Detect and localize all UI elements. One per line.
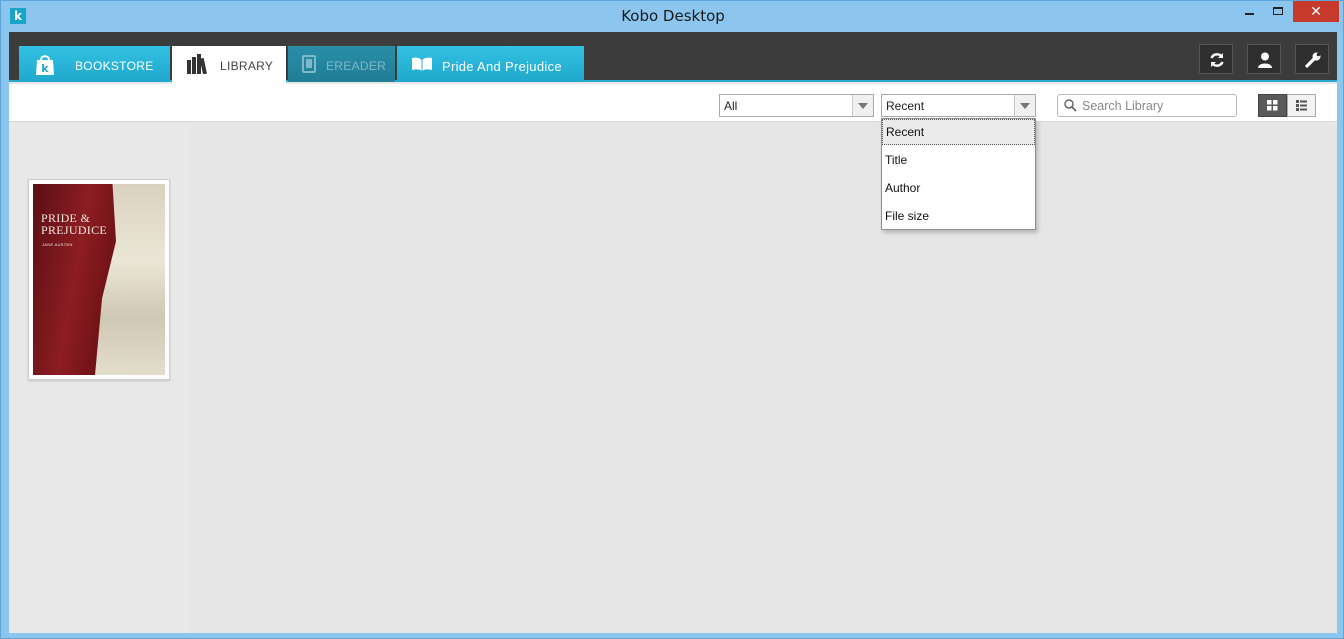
tab-ereader[interactable]: EREADER — [288, 46, 395, 82]
title-bar[interactable]: k Kobo Desktop ✕ — [1, 1, 1344, 32]
sort-option-author[interactable]: Author — [882, 175, 1035, 201]
grid-view-icon — [1267, 100, 1278, 111]
library-toolbar: All Recent — [9, 84, 1337, 122]
list-view-button[interactable] — [1287, 94, 1316, 117]
chevron-down-icon[interactable] — [1014, 95, 1035, 116]
book-cover[interactable]: PRIDE & PREJUDICE JANE AUSTEN — [33, 184, 165, 375]
tab-ereader-label: EREADER — [326, 59, 387, 73]
books-icon — [187, 54, 207, 74]
search-icon — [1064, 99, 1077, 112]
filter-select[interactable]: All — [719, 94, 874, 117]
tab-bookstore-label: BOOKSTORE — [75, 59, 154, 73]
minimize-icon — [1245, 13, 1254, 15]
main-header: k BOOKSTORE LIBRARY EREADER Pride And Pr… — [9, 32, 1337, 84]
maximize-icon — [1273, 7, 1283, 15]
settings-button[interactable] — [1295, 44, 1329, 74]
tab-bookstore[interactable]: k BOOKSTORE — [19, 46, 170, 82]
sort-select[interactable]: Recent — [881, 94, 1036, 117]
sort-option-file-size[interactable]: File size — [882, 203, 1035, 229]
tab-library[interactable]: LIBRARY — [172, 46, 286, 84]
ereader-icon — [302, 55, 316, 73]
wrench-icon — [1305, 52, 1321, 68]
chevron-down-icon[interactable] — [852, 95, 873, 116]
filter-select-value: All — [724, 99, 738, 113]
cover-title: PRIDE & PREJUDICE — [41, 212, 107, 236]
book-tile[interactable]: PRIDE & PREJUDICE JANE AUSTEN — [28, 179, 170, 380]
sort-select-value: Recent — [886, 99, 925, 113]
search-box[interactable] — [1057, 94, 1237, 117]
window-title: Kobo Desktop — [621, 7, 725, 25]
search-input[interactable] — [1082, 97, 1232, 114]
minimize-button[interactable] — [1237, 1, 1263, 22]
list-view-icon — [1296, 100, 1307, 111]
sort-option-recent[interactable]: Recent — [882, 119, 1035, 145]
sync-icon — [1210, 53, 1224, 67]
client-area: k BOOKSTORE LIBRARY EREADER Pride And Pr… — [9, 32, 1337, 633]
tab-library-label: LIBRARY — [220, 59, 274, 73]
sort-dropdown-list: Recent Title Author File size — [881, 118, 1036, 230]
account-button[interactable] — [1247, 44, 1281, 74]
maximize-button[interactable] — [1265, 1, 1291, 22]
close-button[interactable]: ✕ — [1293, 1, 1339, 22]
cover-title-line: PREJUDICE — [41, 223, 108, 237]
sort-option-title[interactable]: Title — [882, 147, 1035, 173]
user-icon — [1258, 52, 1272, 68]
grid-view-button[interactable] — [1258, 94, 1287, 117]
shopping-bag-icon: k — [36, 55, 54, 75]
sync-button[interactable] — [1199, 44, 1233, 74]
app-window: k Kobo Desktop ✕ k BOOKSTORE LIBRARY ERE… — [0, 0, 1344, 639]
active-tab-pointer — [221, 84, 237, 91]
svg-text:k: k — [41, 62, 49, 75]
tab-book-label: Pride And Prejudice — [442, 59, 562, 74]
cover-author: JANE AUSTEN — [42, 242, 73, 247]
open-book-icon — [412, 57, 432, 71]
tab-pride-and-prejudice[interactable]: Pride And Prejudice — [397, 46, 584, 82]
